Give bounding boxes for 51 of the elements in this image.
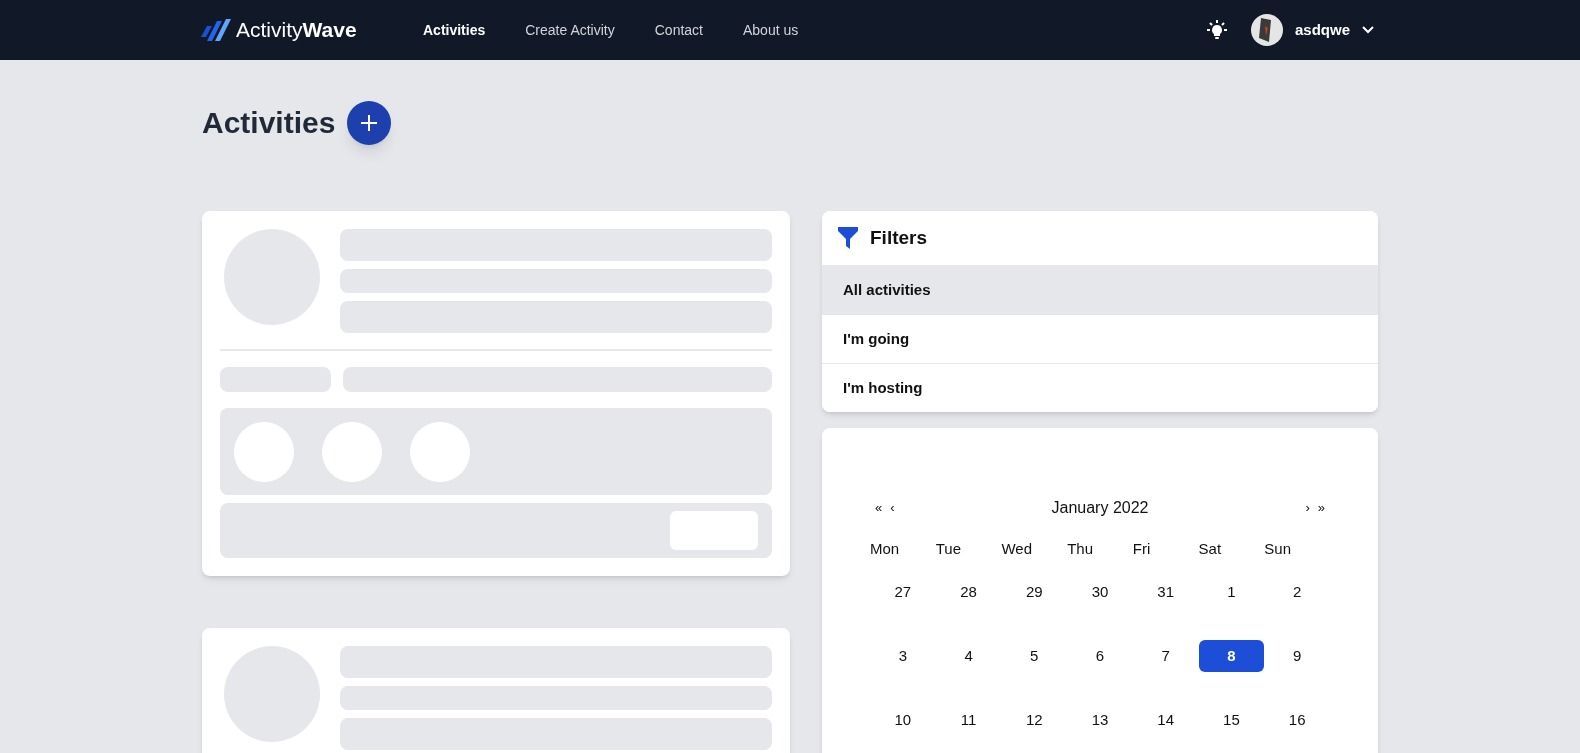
weekday-label: Mon	[870, 539, 901, 559]
calendar-month[interactable]: January 2022	[970, 496, 1230, 520]
calendar-nav-button[interactable]: «	[875, 498, 883, 518]
nav-link[interactable]: Contact	[654, 19, 703, 41]
calendar-day[interactable]: 3	[870, 640, 936, 672]
nav-link[interactable]: Create Activity	[525, 19, 615, 41]
calendar-day[interactable]: 1	[1198, 576, 1265, 608]
plus-icon	[360, 113, 379, 132]
weekday-label: Thu	[1067, 539, 1094, 559]
filter-item[interactable]: All activities	[822, 265, 1378, 314]
weekday-label: Tue	[935, 539, 962, 559]
calendar-day[interactable]: 16	[1264, 704, 1330, 736]
weekday-label: Sat	[1198, 539, 1223, 559]
calendar-day[interactable]: 11	[935, 704, 1002, 736]
calendar-day[interactable]: 5	[1001, 640, 1068, 672]
filter-item[interactable]: I'm going	[822, 314, 1378, 363]
weekday-label: Sun	[1264, 539, 1292, 559]
avatar[interactable]	[1250, 14, 1283, 46]
calendar-day[interactable]: 4	[935, 640, 1002, 672]
calendar-day[interactable]: 2	[1264, 576, 1330, 608]
calendar-day[interactable]: 27	[870, 576, 936, 608]
calendar-day[interactable]: 6	[1067, 640, 1133, 672]
nav-link[interactable]: About us	[743, 19, 799, 41]
logo-icon	[198, 17, 232, 43]
calendar-day[interactable]: 9	[1264, 640, 1330, 672]
filter-item[interactable]: I'm hosting	[822, 363, 1378, 412]
calendar-day[interactable]: 7	[1132, 640, 1199, 672]
calendar-nav-button[interactable]: ›	[1305, 498, 1310, 518]
calendar-day[interactable]: 14	[1132, 704, 1199, 736]
calendar-day[interactable]: 10	[870, 704, 936, 736]
calendar-nav-button[interactable]: ‹	[890, 498, 895, 518]
calendar-day[interactable]: 12	[1001, 704, 1068, 736]
calendar-day[interactable]: 31	[1132, 576, 1199, 608]
weekday-label: Wed	[1001, 539, 1033, 559]
weekday-label: Fri	[1132, 539, 1152, 559]
calendar-day[interactable]: 13	[1067, 704, 1133, 736]
brand-name[interactable]: ActivityWave	[236, 14, 357, 46]
nav-link[interactable]: Activities	[423, 19, 486, 41]
lightbulb-icon[interactable]	[1206, 20, 1227, 40]
funnel-icon	[838, 227, 858, 249]
page-title: Activities	[202, 105, 336, 141]
calendar-day[interactable]: 15	[1198, 704, 1265, 736]
filters-title: Filters	[870, 225, 928, 250]
calendar-day[interactable]: 28	[935, 576, 1002, 608]
calendar-day[interactable]: 8	[1198, 640, 1265, 672]
calendar-nav-button[interactable]: »	[1317, 498, 1325, 518]
user-name[interactable]: asdqwe	[1294, 18, 1350, 42]
add-button[interactable]	[347, 100, 392, 145]
calendar-day[interactable]: 30	[1067, 576, 1133, 608]
chevron-down-icon[interactable]	[1362, 26, 1374, 34]
calendar-day[interactable]: 29	[1001, 576, 1068, 608]
